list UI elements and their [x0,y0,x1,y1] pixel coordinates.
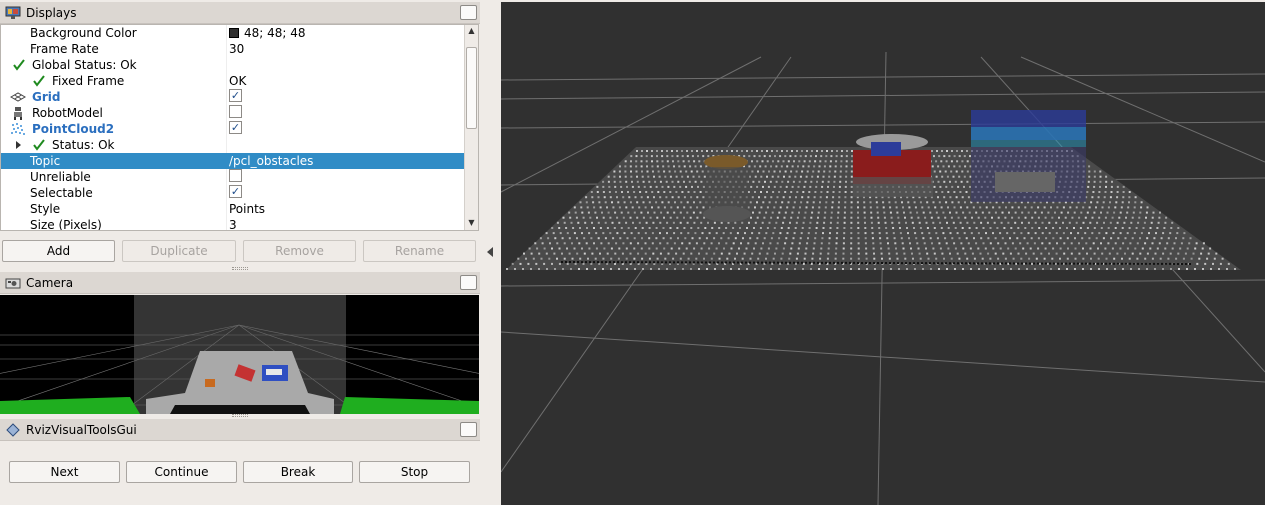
row-label: Fixed Frame [52,74,125,88]
row-label: Global Status: Ok [32,58,137,72]
row-label: Style [30,202,61,216]
displays-tree[interactable]: Background Color 48; 48; 48 Frame Rate 3… [0,24,479,231]
row-label: RobotModel [32,106,103,120]
rviz-tools-panel-float-button[interactable] [460,422,477,437]
displays-panel-header: Displays [0,2,480,24]
pointcloud2-enabled-checkbox[interactable]: ✓ [229,121,242,134]
tree-row-fixed-frame[interactable]: Fixed Frame OK [1,73,465,89]
scroll-up-icon[interactable]: ▲ [465,25,478,37]
row-value[interactable]: 3 [229,217,237,230]
row-label: Size (Pixels) [30,218,102,231]
camera-panel-float-button[interactable] [460,275,477,290]
break-button[interactable]: Break [243,461,353,483]
unreliable-checkbox[interactable] [229,169,242,182]
monitor-icon [4,5,22,21]
left-dock: Displays Background Color 48; 48; 48 Fra… [0,0,480,505]
tree-row-style[interactable]: Style Points [1,201,465,217]
grid-icon [10,89,26,105]
camera-panel-title: Camera [26,275,74,290]
displays-panel-float-button[interactable] [460,5,477,20]
diamond-icon [4,422,22,438]
row-label: Topic [30,154,61,168]
row-value[interactable]: 30 [229,41,244,57]
tree-row-background-color[interactable]: Background Color 48; 48; 48 [1,25,465,41]
row-label: Background Color [30,26,137,40]
row-label: Unreliable [30,170,91,184]
checkmark-icon [31,73,47,89]
splitter-handle[interactable] [232,267,248,270]
robotmodel-enabled-checkbox[interactable] [229,105,242,118]
camera-image-view [0,295,479,414]
tree-row-unreliable[interactable]: Unreliable [1,169,465,185]
rviz-tools-panel-title: RvizVisualToolsGui [26,422,137,437]
row-label: Frame Rate [30,42,99,56]
object-box-blue [971,110,1086,202]
tree-row-size-pixels[interactable]: Size (Pixels) 3 [1,217,465,231]
camera-icon [4,275,22,291]
row-label: Selectable [30,186,93,200]
tree-row-status[interactable]: Status: Ok [1,137,465,153]
pointcloud-icon [10,121,26,137]
tree-row-frame-rate[interactable]: Frame Rate 30 [1,41,465,57]
remove-display-button[interactable]: Remove [243,240,356,262]
rename-display-button[interactable]: Rename [363,240,476,262]
continue-button[interactable]: Continue [126,461,237,483]
row-value[interactable]: 48; 48; 48 [229,25,306,41]
duplicate-display-button[interactable]: Duplicate [122,240,236,262]
displays-panel-title: Displays [26,5,77,20]
row-value[interactable]: Points [229,201,265,217]
object-box-red [853,134,933,197]
displays-scrollbar[interactable]: ▲ ▼ [464,25,478,230]
object-can [703,155,751,222]
render-viewport[interactable] [501,2,1265,505]
row-value[interactable]: /pcl_obstacles [229,153,313,169]
checkmark-icon [11,57,27,73]
add-display-button[interactable]: Add [2,240,115,262]
row-label: Grid [32,90,61,104]
tree-row-topic[interactable]: Topic /pcl_obstacles [1,153,465,169]
splitter-handle[interactable] [232,414,248,417]
robot-icon [10,105,26,121]
tree-row-grid[interactable]: Grid ✓ [1,89,465,105]
expand-arrow-icon[interactable] [11,137,27,153]
scrollbar-thumb[interactable] [466,47,477,129]
row-value: OK [229,74,247,88]
collapse-left-dock-icon[interactable] [487,247,493,257]
color-swatch [229,28,239,38]
scroll-down-icon[interactable]: ▼ [465,217,478,229]
camera-panel-header: Camera [0,272,480,294]
tree-row-selectable[interactable]: Selectable ✓ [1,185,465,201]
tree-row-global-status[interactable]: Global Status: Ok [1,57,465,73]
stop-button[interactable]: Stop [359,461,470,483]
checkmark-icon [31,137,47,153]
row-label: Status: Ok [52,138,115,152]
tree-row-pointcloud2[interactable]: PointCloud2 ✓ [1,121,465,137]
row-label: PointCloud2 [32,122,115,136]
tree-row-robot-model[interactable]: RobotModel [1,105,465,121]
grid-enabled-checkbox[interactable]: ✓ [229,89,242,102]
selectable-checkbox[interactable]: ✓ [229,185,242,198]
rviz-tools-panel-header: RvizVisualToolsGui [0,419,480,441]
next-button[interactable]: Next [9,461,120,483]
